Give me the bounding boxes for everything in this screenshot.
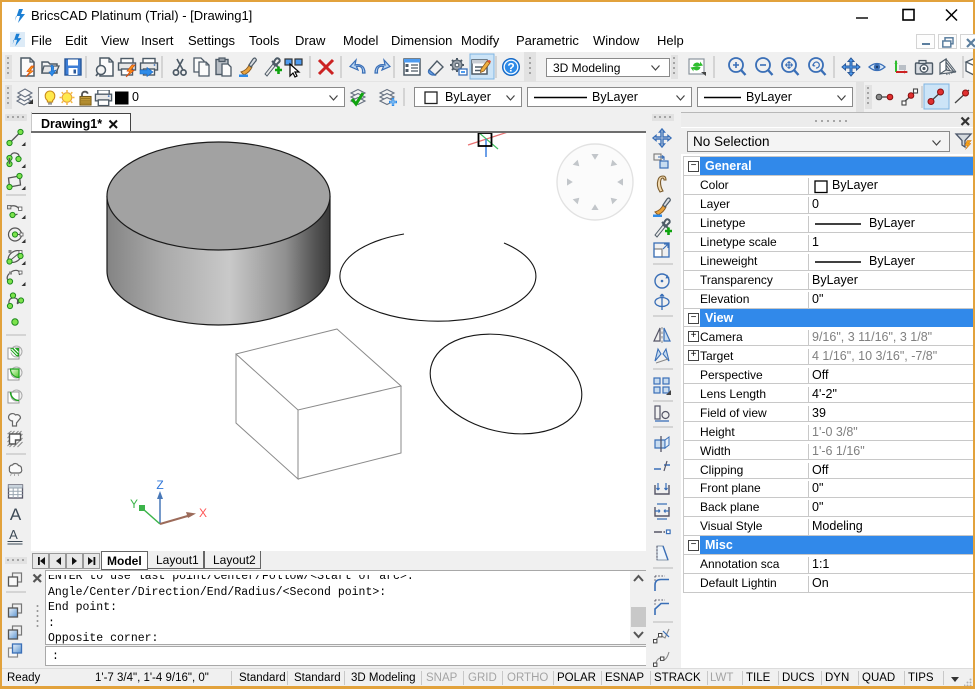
svg-text:X: X [199,506,207,520]
svg-text:?: ? [507,61,514,75]
svg-text:A: A [9,527,18,542]
svg-text:Z: Z [156,478,163,492]
svg-text:A: A [10,505,22,524]
svg-text:Y: Y [130,497,138,511]
